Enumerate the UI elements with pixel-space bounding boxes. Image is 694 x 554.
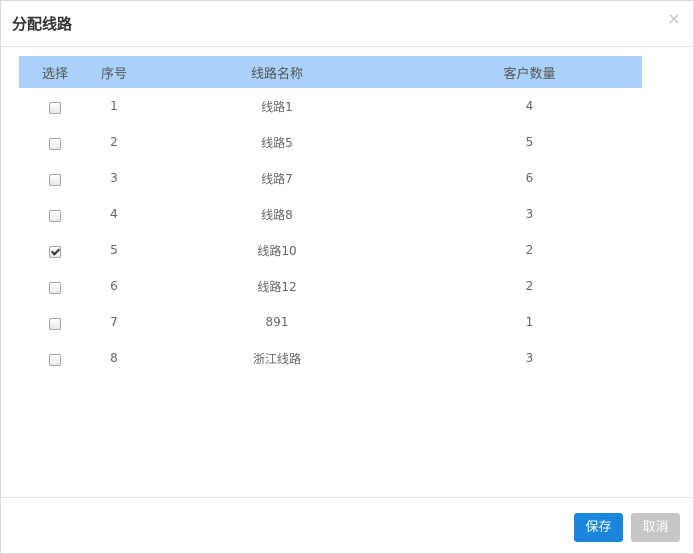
column-header-count: 客户数量 [503, 66, 556, 82]
table-row: 8 浙江线路 3 [19, 340, 642, 376]
index-cell: 7 [110, 315, 118, 329]
index-cell: 3 [110, 171, 118, 185]
select-cell [19, 196, 91, 232]
customer-count-cell: 1 [525, 315, 534, 329]
row-checkbox[interactable] [49, 101, 61, 114]
line-name-cell: 线路8 [261, 207, 293, 222]
customer-count-cell: 3 [525, 351, 534, 365]
row-checkbox[interactable] [49, 137, 61, 150]
dialog-footer: 保存 取消 [1, 497, 693, 554]
table-row: 4 线路8 3 [19, 196, 642, 232]
table-row: 5 线路10 2 [19, 232, 642, 268]
select-cell [19, 268, 91, 304]
row-checkbox[interactable] [49, 209, 61, 222]
dialog-title: 分配线路 [12, 15, 73, 33]
table-header-row: 选择 序号 线路名称 客户数量 [19, 56, 642, 88]
row-checkbox[interactable] [49, 245, 61, 258]
index-cell: 6 [110, 279, 118, 293]
customer-count-cell: 5 [525, 135, 534, 149]
line-name-cell: 线路7 [261, 171, 293, 186]
dialog-header: 分配线路 × [1, 1, 693, 47]
table-row: 6 线路12 2 [19, 268, 642, 304]
index-cell: 4 [110, 207, 118, 221]
table-body: 1 线路1 4 2 线路5 5 3 线路7 6 4 线路8 3 5 线路10 2… [19, 88, 642, 376]
save-button[interactable]: 保存 [574, 513, 623, 542]
select-cell [19, 232, 91, 268]
customer-count-cell: 6 [525, 171, 534, 185]
column-header-index: 序号 [100, 66, 127, 82]
cancel-button[interactable]: 取消 [631, 513, 680, 542]
line-name-cell: 浙江线路 [252, 351, 301, 366]
row-checkbox[interactable] [49, 353, 61, 366]
line-name-cell: 线路12 [257, 279, 297, 294]
line-name-cell: 891 [265, 315, 289, 329]
column-header-select: 选择 [41, 66, 68, 82]
table-row: 2 线路5 5 [19, 124, 642, 160]
index-cell: 1 [110, 99, 118, 113]
customer-count-cell: 3 [525, 207, 534, 221]
lines-table-container: 选择 序号 线路名称 客户数量 1 线路1 4 2 线路5 5 3 线路7 6 … [19, 56, 642, 376]
line-name-cell: 线路5 [261, 135, 293, 150]
table-row: 7 891 1 [19, 304, 642, 340]
close-icon[interactable]: × [667, 11, 681, 27]
customer-count-cell: 2 [525, 243, 534, 257]
row-checkbox[interactable] [49, 281, 61, 294]
index-cell: 8 [110, 351, 118, 365]
table-row: 3 线路7 6 [19, 160, 642, 196]
column-header-name: 线路名称 [250, 66, 303, 82]
select-cell [19, 124, 91, 160]
assign-lines-dialog: 分配线路 × 选择 序号 线路名称 客户数量 1 线路1 4 2 线路5 5 3… [0, 0, 694, 554]
customer-count-cell: 4 [525, 99, 534, 113]
select-cell [19, 160, 91, 196]
select-cell [19, 304, 91, 340]
line-name-cell: 线路1 [261, 99, 293, 114]
index-cell: 5 [110, 243, 118, 257]
select-cell [19, 88, 91, 124]
customer-count-cell: 2 [525, 279, 534, 293]
index-cell: 2 [110, 135, 118, 149]
row-checkbox[interactable] [49, 317, 61, 330]
select-cell [19, 340, 91, 376]
row-checkbox[interactable] [49, 173, 61, 186]
table-header: 选择 序号 线路名称 客户数量 [19, 56, 642, 88]
table-row: 1 线路1 4 [19, 88, 642, 124]
line-name-cell: 线路10 [257, 243, 297, 258]
lines-table: 选择 序号 线路名称 客户数量 1 线路1 4 2 线路5 5 3 线路7 6 … [19, 56, 642, 376]
